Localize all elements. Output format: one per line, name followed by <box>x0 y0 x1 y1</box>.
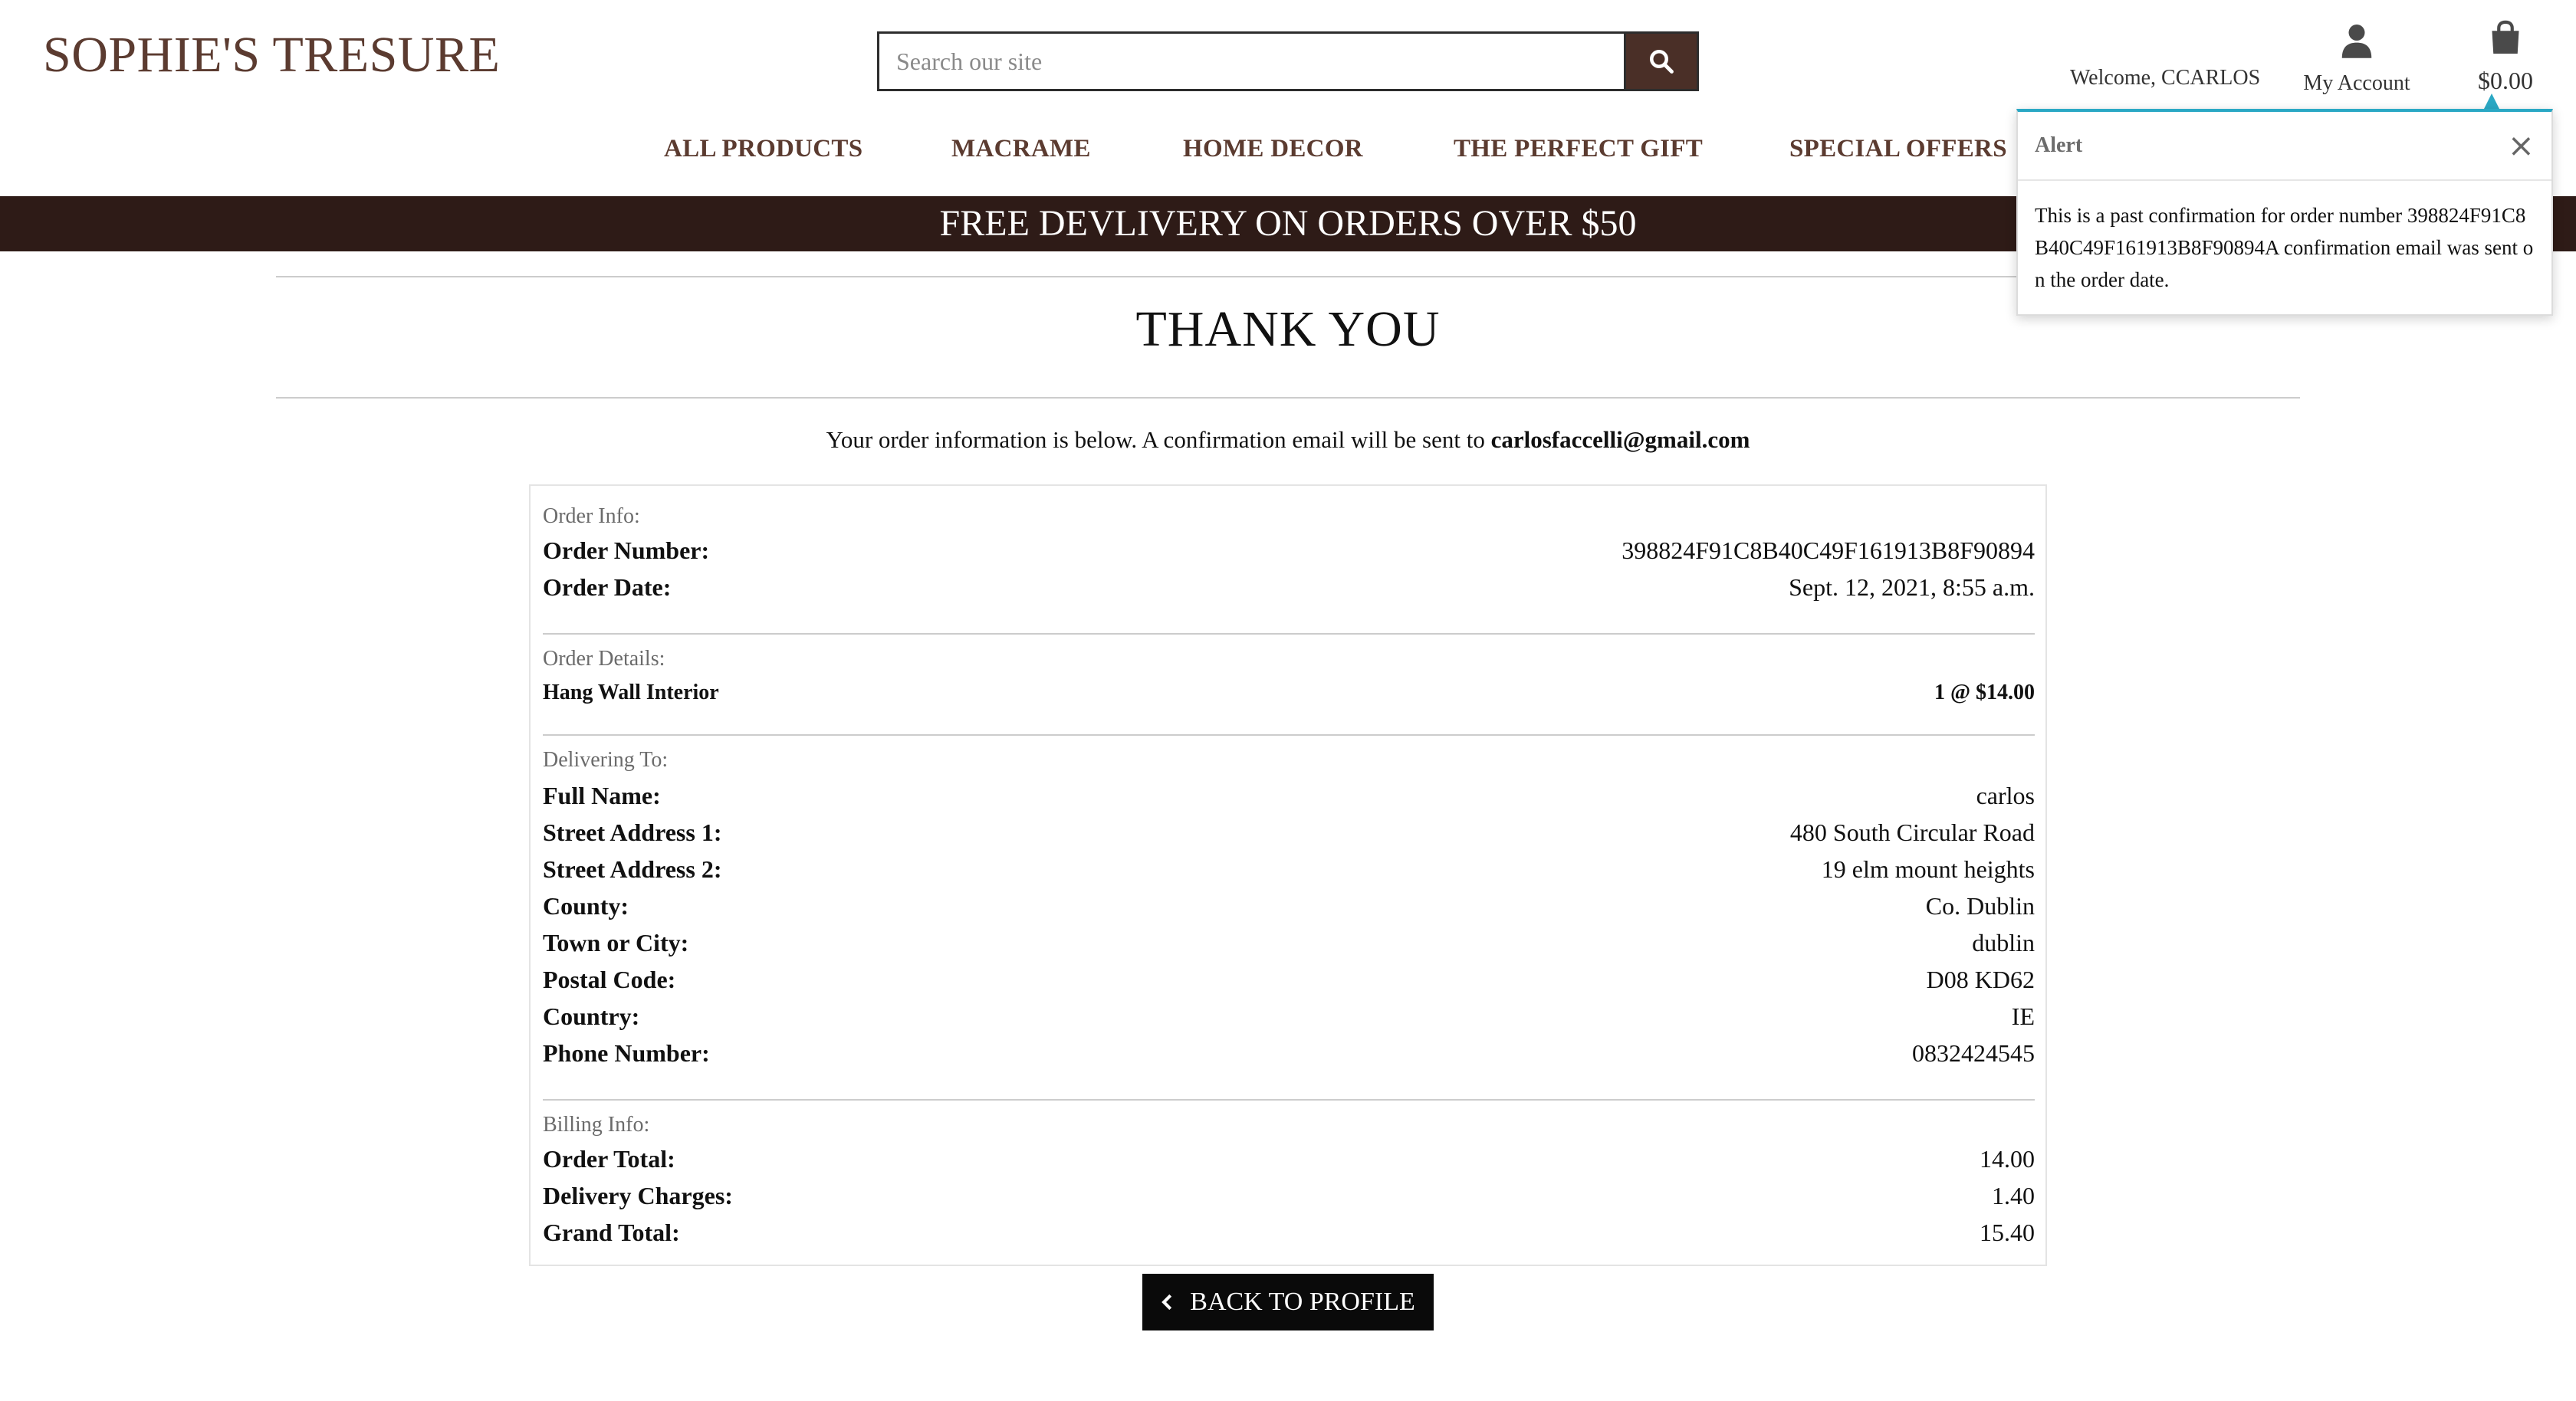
alert-toast: Alert × This is a past confirmation for … <box>2016 109 2553 316</box>
order-number-value: 398824F91C8B40C49F161913B8F90894 <box>1622 536 2035 564</box>
order-info-label: Order Info: <box>543 504 640 528</box>
search-icon <box>1650 50 1674 74</box>
order-number-row: Order Number: 398824F91C8B40C49F161913B8… <box>543 536 2035 565</box>
divider <box>543 633 2035 635</box>
street-address-2-value: 19 elm mount heights <box>1821 855 2035 883</box>
order-date-key: Order Date: <box>543 573 672 601</box>
billing-info-label: Billing Info: <box>543 1113 650 1137</box>
postal-code-value: D08 KD62 <box>1926 966 2035 993</box>
nav-all-products[interactable]: ALL PRODUCTS <box>664 135 863 163</box>
street-address-2-key: Street Address 2: <box>543 855 722 883</box>
alert-header: Alert × <box>2018 112 2551 181</box>
order-item-name: Hang Wall Interior <box>543 681 719 704</box>
alert-caret <box>2484 94 2499 109</box>
order-number-key: Order Number: <box>543 536 710 564</box>
delivery-row: Town or City: dublin <box>543 929 2035 957</box>
order-total-key: Order Total: <box>543 1145 675 1173</box>
nav-special-offers[interactable]: SPECIAL OFFERS <box>1789 135 2007 163</box>
intro-message: Your order information is below. A confi… <box>826 426 1485 453</box>
shopping-bag-icon <box>2492 20 2519 54</box>
order-summary-card: Order Info: Order Number: 398824F91C8B40… <box>529 484 2047 1266</box>
alert-title: Alert <box>2035 133 2083 157</box>
alert-message: This is a past confirmation for order nu… <box>2035 204 2534 291</box>
divider <box>543 1099 2035 1101</box>
my-account-label: My Account <box>2303 71 2410 95</box>
search-button[interactable] <box>1624 31 1699 91</box>
welcome-text: Welcome, CCARLOS <box>2070 66 2261 90</box>
delivery-row: Postal Code: D08 KD62 <box>543 966 2035 994</box>
search-input[interactable] <box>877 31 1624 91</box>
close-icon[interactable]: × <box>2508 130 2535 162</box>
order-item-row: Hang Wall Interior 1 @ $14.00 <box>543 681 2035 705</box>
delivery-charges-value: 1.40 <box>1992 1182 2035 1209</box>
back-to-profile-button[interactable]: BACK TO PROFILE <box>1142 1274 1434 1330</box>
billing-row: Order Total: 14.00 <box>543 1145 2035 1173</box>
nav-the-perfect-gift[interactable]: THE PERFECT GIFT <box>1454 135 1703 163</box>
grand-total-value: 15.40 <box>1980 1219 2035 1246</box>
confirmation-email: carlosfaccelli@gmail.com <box>1490 426 1750 453</box>
county-key: County: <box>543 892 629 920</box>
back-to-profile-label: BACK TO PROFILE <box>1190 1288 1415 1316</box>
delivery-row: Street Address 2: 19 elm mount heights <box>543 855 2035 884</box>
postal-code-key: Postal Code: <box>543 966 676 993</box>
order-date-value: Sept. 12, 2021, 8:55 a.m. <box>1789 573 2035 601</box>
town-key: Town or City: <box>543 929 689 956</box>
street-address-1-value: 480 South Circular Road <box>1789 819 2035 846</box>
nav-macrame[interactable]: MACRAME <box>951 135 1091 163</box>
billing-row: Grand Total: 15.40 <box>543 1219 2035 1247</box>
town-value: dublin <box>1972 929 2035 956</box>
delivery-row: Phone Number: 0832424545 <box>543 1039 2035 1068</box>
phone-number-value: 0832424545 <box>1912 1039 2035 1067</box>
divider <box>543 734 2035 736</box>
shopping-bag-link[interactable]: $0.00 <box>2473 20 2538 95</box>
delivery-row: Country: IE <box>543 1002 2035 1031</box>
delivery-row: Full Name: carlos <box>543 782 2035 810</box>
order-date-row: Order Date: Sept. 12, 2021, 8:55 a.m. <box>543 573 2035 602</box>
site-logo[interactable]: SOPHIE'S TRESURE <box>43 26 500 84</box>
intro-text: Your order information is below. A confi… <box>0 426 2576 454</box>
bag-total: $0.00 <box>2478 67 2533 94</box>
delivery-row: County: Co. Dublin <box>543 892 2035 920</box>
divider <box>276 276 2300 277</box>
country-value: IE <box>2011 1002 2035 1030</box>
delivery-row: Street Address 1: 480 South Circular Roa… <box>543 819 2035 847</box>
order-total-value: 14.00 <box>1980 1145 2035 1173</box>
billing-row: Delivery Charges: 1.40 <box>543 1182 2035 1210</box>
country-key: Country: <box>543 1002 640 1030</box>
chevron-left-icon <box>1162 1294 1172 1311</box>
county-value: Co. Dublin <box>1925 892 2035 920</box>
order-item-qty-price: 1 @ $14.00 <box>1934 681 2035 704</box>
full-name-key: Full Name: <box>543 782 661 809</box>
search-form <box>877 31 1699 91</box>
full-name-value: carlos <box>1976 782 2035 809</box>
nav-home-decor[interactable]: HOME DECOR <box>1183 135 1363 163</box>
phone-number-key: Phone Number: <box>543 1039 710 1067</box>
user-icon <box>2341 25 2372 58</box>
delivering-to-label: Delivering To: <box>543 748 669 772</box>
my-account-link[interactable]: My Account <box>2303 23 2410 96</box>
street-address-1-key: Street Address 1: <box>543 819 722 846</box>
delivery-charges-key: Delivery Charges: <box>543 1182 733 1209</box>
grand-total-key: Grand Total: <box>543 1219 680 1246</box>
order-details-label: Order Details: <box>543 647 665 671</box>
divider <box>276 397 2300 399</box>
